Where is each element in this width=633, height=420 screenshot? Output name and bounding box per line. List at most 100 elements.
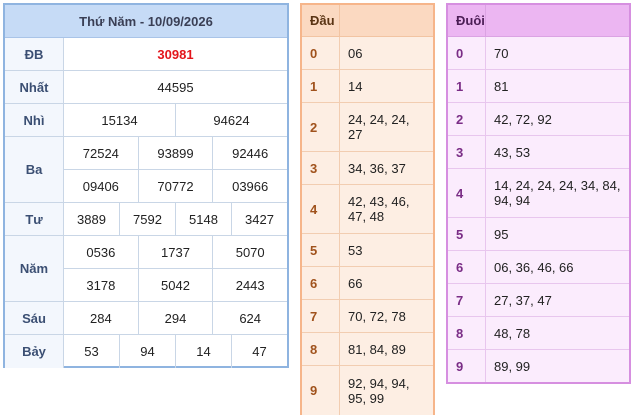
tail-digit-values: 14, 24, 24, 24, 34, 84, 94, 94 — [494, 178, 621, 208]
prize-line: 72524 93899 92446 — [64, 137, 287, 169]
prize-number: 3889 — [77, 211, 106, 227]
prize-line: 3889 7592 5148 3427 — [64, 203, 287, 235]
prize-values: 72524 93899 92446 09406 70772 03966 — [64, 137, 287, 202]
tail-digit-values: 95 — [494, 226, 509, 242]
prize-row: Tư 3889 7592 5148 3427 — [5, 203, 287, 236]
head-digit-row: 4 42, 43, 46, 47, 48 — [302, 185, 433, 234]
lottery-result-table: Thứ Năm - 10/09/2026 ĐB 30981 Nhất 44595 Nhì… — [3, 3, 289, 368]
prize-number: 14 — [175, 335, 231, 368]
tail-digit-digit: 6 — [448, 251, 486, 283]
head-digit-digit: 8 — [302, 333, 340, 365]
prize-row: Ba 72524 93899 92446 09406 70772 03966 — [5, 137, 287, 203]
head-digit-digit: 0 — [302, 37, 340, 69]
prize-line: 3178 5042 2443 — [64, 268, 287, 301]
prize-values: 53 94 14 47 — [64, 335, 287, 368]
tail-digit-digit: 5 — [448, 218, 486, 250]
tail-digit-row: 3 43, 53 — [448, 136, 629, 169]
tail-digit-row: 9 89, 99 — [448, 350, 629, 382]
head-digit-values: 34, 36, 37 — [348, 160, 406, 176]
prize-label: Sáu — [5, 302, 64, 334]
head-digit-digit: 3 — [302, 152, 340, 184]
prize-number: 94624 — [175, 104, 287, 136]
tail-digit-digit: 2 — [448, 103, 486, 135]
head-digit-values: 42, 43, 46, 47, 48 — [348, 194, 410, 224]
head-digit-digit: 4 — [302, 185, 340, 233]
prize-row: ĐB 30981 — [5, 38, 287, 71]
tail-digit-row: 7 27, 37, 47 — [448, 284, 629, 317]
prize-label: Bảy — [5, 335, 64, 368]
tail-digit-values: 70 — [494, 45, 509, 61]
tail-digit-values: 43, 53 — [494, 144, 531, 160]
prize-number: 47 — [231, 335, 287, 368]
prize-label: Nhì — [5, 104, 64, 136]
head-digit-row: 7 70, 72, 78 — [302, 300, 433, 333]
prize-number: 09406 — [82, 178, 119, 194]
tail-digit-digit: 3 — [448, 136, 486, 168]
tail-digit-values: 89, 99 — [494, 358, 531, 374]
tail-digit-values: 42, 72, 92 — [494, 111, 552, 127]
tail-digit-table: Đuôi 0 70 1 81 2 42, 72, 92 3 43, 53 4 14, 24, 24… — [446, 3, 631, 384]
head-digit-digit: 9 — [302, 366, 340, 415]
tail-digit-digit: 4 — [448, 169, 486, 217]
prize-number: 70772 — [137, 170, 213, 202]
prize-number: 44595 — [157, 79, 194, 95]
prize-number: 1737 — [137, 236, 213, 268]
prize-number: 2443 — [212, 269, 287, 301]
head-digit-row: 9 92, 94, 94, 95, 99 — [302, 366, 433, 415]
tail-digit-values: 81 — [494, 78, 509, 94]
prize-number: 284 — [89, 310, 112, 326]
prize-row: Nhì 15134 94624 — [5, 104, 287, 137]
head-digit-row: 0 06 — [302, 37, 433, 70]
head-digit-header-blank — [340, 5, 433, 36]
prize-line: 0536 1737 5070 — [64, 236, 287, 268]
head-digit-rows: 0 06 1 14 2 24, 24, 24, 27 3 34, 36, 37 4 42, 43,… — [302, 37, 433, 415]
prize-label: Năm — [5, 236, 64, 301]
prize-number: 72524 — [82, 145, 119, 161]
tail-digit-digit: 1 — [448, 70, 486, 102]
head-digit-digit: 5 — [302, 234, 340, 266]
tail-digit-digit: 0 — [448, 37, 486, 69]
prize-line: 44595 — [64, 71, 287, 103]
head-digit-values: 66 — [348, 275, 363, 291]
prize-line: 09406 70772 03966 — [64, 169, 287, 202]
prize-number: 5042 — [137, 269, 213, 301]
tail-digit-row: 1 81 — [448, 70, 629, 103]
prize-values: 15134 94624 — [64, 104, 287, 136]
prize-line: 30981 — [64, 38, 287, 70]
prize-number: 3427 — [231, 203, 287, 235]
prize-row: Nhất 44595 — [5, 71, 287, 104]
tail-digit-row: 0 70 — [448, 37, 629, 70]
head-digit-row: 8 81, 84, 89 — [302, 333, 433, 366]
prize-number: 0536 — [86, 244, 116, 260]
tail-digit-row: 2 42, 72, 92 — [448, 103, 629, 136]
head-digit-values: 92, 94, 94, 95, 99 — [348, 375, 410, 406]
head-digit-values: 06 — [348, 45, 363, 61]
head-digit-row: 3 34, 36, 37 — [302, 152, 433, 185]
prize-number: 53 — [84, 344, 99, 359]
head-digit-header: Đầu — [302, 5, 433, 37]
tail-digit-values: 27, 37, 47 — [494, 292, 552, 308]
prize-values: 30981 — [64, 38, 287, 70]
head-digit-table: Đầu 0 06 1 14 2 24, 24, 24, 27 3 34, 36, 37 4 42,… — [300, 3, 435, 415]
head-digit-row: 1 14 — [302, 70, 433, 103]
tail-digit-values: 48, 78 — [494, 325, 531, 341]
head-digit-digit: 2 — [302, 103, 340, 151]
tail-digit-values: 06, 36, 46, 66 — [494, 259, 574, 275]
tail-digit-rows: 0 70 1 81 2 42, 72, 92 3 43, 53 4 14, 24, 24, 24,… — [448, 37, 629, 382]
head-digit-row: 6 66 — [302, 267, 433, 300]
head-digit-values: 14 — [348, 78, 363, 94]
prize-row: Sáu 284 294 624 — [5, 302, 287, 335]
tail-digit-digit: 8 — [448, 317, 486, 349]
tail-digit-digit: 7 — [448, 284, 486, 316]
result-rows: ĐB 30981 Nhất 44595 Nhì 15134 94624 Ba 72524 9389… — [5, 38, 287, 368]
prize-number: 94 — [119, 335, 175, 368]
prize-row: Năm 0536 1737 5070 3178 5042 2443 — [5, 236, 287, 302]
prize-number: 3178 — [86, 277, 116, 293]
head-digit-digit: 1 — [302, 70, 340, 102]
head-digit-values: 24, 24, 24, 27 — [348, 112, 410, 142]
prize-label: Ba — [5, 137, 64, 202]
head-digit-values: 70, 72, 78 — [348, 308, 406, 324]
prize-values: 3889 7592 5148 3427 — [64, 203, 287, 235]
prize-line: 15134 94624 — [64, 104, 287, 136]
prize-label: Tư — [5, 203, 64, 235]
